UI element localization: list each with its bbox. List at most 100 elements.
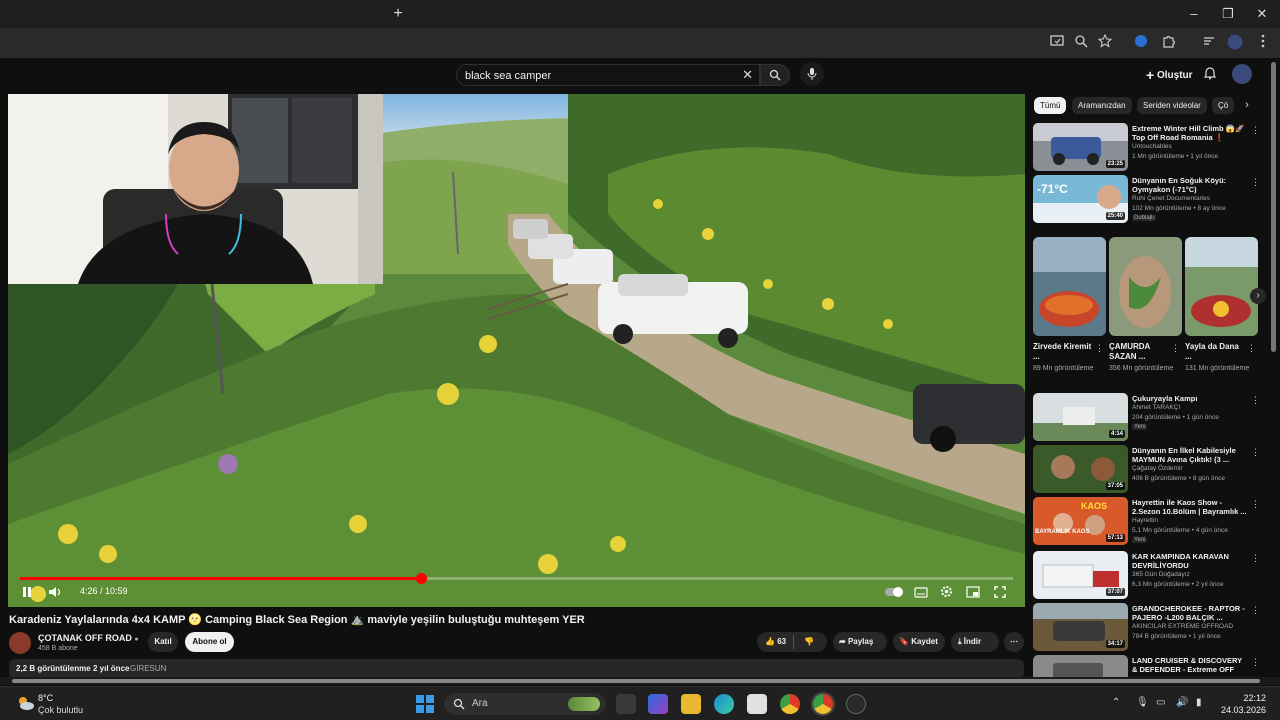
rec-item[interactable]: 4:14 Çukuryayla Kampı Ahmet TARAKÇI 204 … xyxy=(1033,393,1261,443)
kebab-menu-icon[interactable]: ⋮ xyxy=(1171,343,1180,354)
rec-item[interactable]: 37:05 Dünyanın En İlkel Kabilesiyle MAYM… xyxy=(1033,445,1261,495)
kebab-menu-icon[interactable]: ⋮ xyxy=(1251,553,1260,564)
settings-app-icon[interactable] xyxy=(846,694,866,714)
dislike-button[interactable]: 👎 xyxy=(804,632,814,652)
shorts-next-button[interactable]: › xyxy=(1250,288,1266,304)
zoom-icon[interactable] xyxy=(1072,34,1090,52)
profile-avatar-icon[interactable] xyxy=(1226,34,1244,52)
microphone-tray-icon[interactable]: 🎙 xyxy=(1136,697,1149,708)
bookmark-star-icon[interactable] xyxy=(1096,33,1114,52)
edge-browser-icon[interactable] xyxy=(714,694,734,714)
kebab-menu-icon[interactable]: ⋮ xyxy=(1251,499,1260,510)
duration-badge: 37:05 xyxy=(1105,482,1125,490)
weather-cloud-icon[interactable] xyxy=(16,695,34,711)
chip-series[interactable]: Seriden videolar xyxy=(1137,97,1207,114)
volume-button[interactable] xyxy=(48,584,62,600)
short-thumbnail xyxy=(1033,237,1106,336)
notifications-bell-icon[interactable] xyxy=(1200,64,1220,84)
new-tab-button[interactable]: + xyxy=(388,4,408,24)
rec-channel: AKINCILAR EXTREME OFFROAD xyxy=(1132,623,1234,630)
kebab-menu-icon[interactable]: ⋮ xyxy=(1251,177,1260,188)
kebab-menu-icon[interactable]: ⋮ xyxy=(1095,343,1104,354)
save-button[interactable]: 🔖 Kaydet xyxy=(893,632,945,652)
description-box[interactable]: 2,2 B görüntülenme 2 yıl önce GİRESUN xyxy=(9,659,1024,679)
teams-icon[interactable] xyxy=(648,694,668,714)
fullscreen-button[interactable] xyxy=(994,584,1006,600)
kebab-menu-icon[interactable]: ⋮ xyxy=(1251,605,1260,616)
chrome-active-icon[interactable] xyxy=(811,692,835,716)
restore-button[interactable]: ❐ xyxy=(1218,4,1238,24)
subscribe-button[interactable]: Abone ol xyxy=(185,632,234,652)
rec-meta: 784 B görüntüleme • 1 yıl önce xyxy=(1132,633,1221,640)
weather-description[interactable]: Çok bulutlu xyxy=(38,705,83,715)
video-player[interactable]: 4:26 / 10:59 xyxy=(8,94,1025,607)
minimize-button[interactable]: – xyxy=(1184,4,1204,24)
pause-button[interactable] xyxy=(22,584,32,600)
channel-name[interactable]: ÇOTANAK OFF ROAD ● xyxy=(38,633,139,643)
scrollbar-thumb[interactable] xyxy=(1271,62,1276,352)
volume-tray-icon[interactable]: 🔊 xyxy=(1176,697,1188,708)
rec-item[interactable]: 34:17 GRANDCHEROKEE - RAPTOR - PAJERO -L… xyxy=(1033,603,1261,653)
rec-item[interactable]: 23:25 Extreme Winter Hill Climb 😱🚀 Top O… xyxy=(1033,123,1261,173)
create-button[interactable]: + Oluştur xyxy=(1138,64,1201,86)
more-actions-button[interactable]: ⋯ xyxy=(1004,632,1024,652)
kebab-menu-icon[interactable]: ⋮ xyxy=(1251,395,1260,406)
kebab-menu-icon[interactable]: ⋮ xyxy=(1251,447,1260,458)
kebab-menu-icon[interactable]: ⋮ xyxy=(1247,343,1256,354)
rec-title: GRANDCHEROKEE - RAPTOR - PAJERO -L200 BA… xyxy=(1132,604,1245,622)
file-explorer-icon[interactable] xyxy=(681,694,701,714)
battery-icon[interactable]: ▮ xyxy=(1196,697,1202,708)
channel-avatar[interactable] xyxy=(9,632,31,654)
clock-time[interactable]: 22:12 xyxy=(1222,693,1266,703)
weather-temperature[interactable]: 8°C xyxy=(38,693,53,703)
kebab-menu-icon[interactable]: ⋮ xyxy=(1251,657,1260,668)
clock-date[interactable]: 24.03.2026 xyxy=(1208,705,1266,715)
rec-thumbnail: 34:17 xyxy=(1033,603,1128,651)
horizontal-scrollbar-thumb[interactable] xyxy=(12,679,1260,683)
miniplayer-button[interactable] xyxy=(966,584,980,600)
join-button[interactable]: Katıl xyxy=(148,632,178,652)
like-button[interactable]: 👍 63 xyxy=(765,632,786,652)
close-window-button[interactable]: ✕ xyxy=(1252,4,1272,24)
settings-button[interactable] xyxy=(940,584,953,600)
extension-blue-icon[interactable] xyxy=(1132,34,1150,52)
autoplay-toggle[interactable] xyxy=(884,584,904,600)
windows-start-icon[interactable] xyxy=(416,695,434,713)
horizontal-scrollbar[interactable] xyxy=(0,677,1280,685)
rec-item[interactable]: -71°C 25:40 Dünyanın En Soğuk Köyü: Oymy… xyxy=(1033,175,1261,225)
account-avatar[interactable] xyxy=(1232,64,1252,84)
search-input[interactable] xyxy=(465,68,735,84)
subscriber-count: 458 B abone xyxy=(38,645,78,652)
tray-overflow-icon[interactable]: ⌃ xyxy=(1112,697,1120,708)
rec-thumbnail: 37:07 xyxy=(1033,551,1128,599)
chip-from-search[interactable]: Aramanızdan xyxy=(1072,97,1132,114)
media-controls-icon[interactable] xyxy=(1200,34,1218,52)
chrome-icon[interactable] xyxy=(780,694,800,714)
location-tag[interactable]: GİRESUN xyxy=(130,664,166,673)
rec-title: Çukuryayla Kampı xyxy=(1132,394,1198,403)
short-thumbnail xyxy=(1185,237,1258,336)
browser-menu-icon[interactable] xyxy=(1254,34,1272,52)
voice-search-button[interactable] xyxy=(800,62,824,86)
task-view-icon[interactable] xyxy=(616,694,636,714)
rec-item[interactable]: KAOS BAYRAMLIK KAOS 57:13 Hayrettin ile K… xyxy=(1033,497,1261,547)
progress-bar[interactable] xyxy=(20,573,1013,584)
like-count: 63 xyxy=(777,637,787,646)
store-icon[interactable] xyxy=(747,694,767,714)
page-scrollbar[interactable] xyxy=(1269,62,1277,674)
kebab-menu-icon[interactable]: ⋮ xyxy=(1251,125,1260,136)
chip-all[interactable]: Tümü xyxy=(1034,97,1067,114)
rec-item[interactable]: 37:07 KAR KAMPINDA KARAVAN DEVRİLİYORDU … xyxy=(1033,551,1261,601)
search-button[interactable] xyxy=(760,64,790,86)
download-button[interactable]: ⤓ İndir xyxy=(951,632,999,652)
subtitles-button[interactable] xyxy=(914,584,928,600)
cast-icon[interactable] xyxy=(1048,34,1066,52)
clear-search-icon[interactable]: ✕ xyxy=(742,67,753,83)
share-button[interactable]: ➦ Paylaş xyxy=(833,632,887,652)
chevron-right-icon[interactable]: › xyxy=(1240,97,1254,114)
network-icon[interactable]: ▭ xyxy=(1156,697,1165,708)
chip-more[interactable]: Çö xyxy=(1212,97,1235,114)
rec-item[interactable]: LAND CRUISER & DISCOVERY & DEFENDER - Ex… xyxy=(1033,655,1261,677)
extensions-puzzle-icon[interactable] xyxy=(1160,34,1178,52)
taskbar-search[interactable]: Ara xyxy=(444,693,606,715)
